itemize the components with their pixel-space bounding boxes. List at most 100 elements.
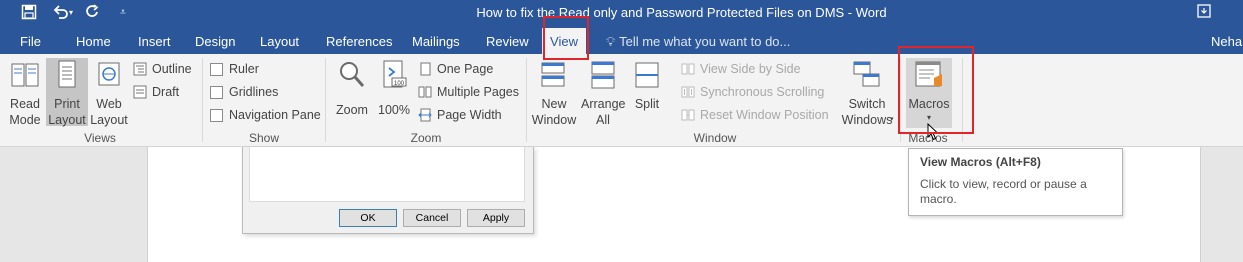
reset-window-position-icon	[681, 109, 695, 121]
print-layout-label-2: Layout	[48, 113, 86, 127]
views-group-label: Views	[84, 131, 116, 145]
ruler-check-box[interactable]	[210, 62, 223, 76]
page-width-icon	[418, 108, 432, 122]
outline-button[interactable]: Outline	[133, 59, 192, 79]
page-width-button[interactable]: Page Width	[418, 105, 502, 125]
ruler-checkbox[interactable]: Ruler	[210, 59, 259, 79]
dialog-box: OK Cancel Apply	[242, 147, 534, 234]
zoom-button[interactable]: Zoom	[333, 58, 371, 118]
reset-window-position-button[interactable]: Reset Window Position	[681, 105, 829, 125]
print-layout-button[interactable]: Print Layout	[46, 58, 88, 127]
document-title: How to fix the Read only and Password Pr…	[476, 5, 887, 20]
zoom-group-label: Zoom	[410, 131, 442, 145]
title-bar: ▾ ⩡ How to fix the Read only and Passwor…	[0, 0, 1243, 26]
tab-review[interactable]: Review	[486, 34, 529, 49]
apply-button[interactable]: Apply	[467, 209, 525, 227]
outline-icon	[133, 62, 147, 76]
new-window-label-1: New	[541, 97, 567, 111]
outline-label: Outline	[152, 62, 192, 76]
tab-file[interactable]: File	[20, 34, 41, 49]
switch-windows-label-2: Windows	[841, 113, 893, 127]
new-window-label-2: Window	[531, 113, 577, 127]
arrange-all-icon	[591, 61, 615, 89]
macros-highlight	[898, 46, 974, 134]
one-page-label: One Page	[437, 62, 494, 76]
gridlines-check-box[interactable]	[210, 85, 223, 99]
separator	[202, 58, 203, 142]
web-layout-label-2: Layout	[90, 113, 128, 127]
user-name[interactable]: Neha	[1211, 34, 1242, 49]
multiple-pages-icon	[418, 86, 432, 98]
zoom-label: Zoom	[336, 103, 368, 117]
print-layout-icon	[58, 60, 76, 88]
read-mode-button[interactable]: Read Mode	[5, 58, 45, 128]
view-tab-highlight	[543, 16, 589, 60]
read-mode-label-1: Read	[10, 97, 40, 111]
ribbon-view: Read Mode Print Layout Web Layout Outlin…	[0, 54, 1243, 147]
zoom-100-icon: 100	[383, 60, 407, 88]
web-layout-icon	[98, 62, 120, 86]
macros-tooltip: View Macros (Alt+F8) Click to view, reco…	[908, 148, 1123, 216]
print-layout-label-1: Print	[54, 97, 80, 111]
read-mode-icon	[11, 63, 39, 87]
draft-label: Draft	[152, 85, 180, 99]
tab-insert[interactable]: Insert	[138, 34, 171, 49]
new-window-icon	[541, 62, 565, 87]
synchronous-scrolling-label: Synchronous Scrolling	[700, 85, 825, 99]
magnifier-icon	[340, 62, 365, 87]
zoom-100-label: 100%	[378, 103, 410, 117]
lightbulb-icon: 💡︎	[606, 34, 616, 49]
switch-windows-label-1: Switch	[848, 97, 886, 111]
navigation-pane-check-box[interactable]	[210, 108, 223, 122]
ribbon-tabs: File Home Insert Design Layout Reference…	[0, 26, 1243, 54]
tab-references[interactable]: References	[326, 34, 392, 49]
draft-icon	[133, 85, 147, 99]
gridlines-label: Gridlines	[229, 85, 279, 99]
arrange-all-button[interactable]: Arrange All	[581, 58, 625, 128]
tell-me-text: Tell me what you want to do...	[619, 34, 791, 49]
multiple-pages-button[interactable]: Multiple Pages	[418, 82, 519, 102]
view-side-by-side-button[interactable]: View Side by Side	[681, 59, 801, 79]
draft-button[interactable]: Draft	[133, 82, 179, 102]
cancel-button[interactable]: Cancel	[403, 209, 461, 227]
split-icon	[635, 62, 659, 88]
tab-layout[interactable]: Layout	[260, 34, 299, 49]
ruler-label: Ruler	[229, 62, 259, 76]
switch-windows-button[interactable]: Switch Windows ▾	[836, 58, 898, 128]
zoom-100-button[interactable]: 100 100%	[377, 58, 411, 118]
tab-home[interactable]: Home	[76, 34, 111, 49]
tab-mailings[interactable]: Mailings	[412, 34, 460, 49]
one-page-icon	[420, 62, 431, 76]
view-side-by-side-label: View Side by Side	[700, 62, 801, 76]
show-group-label: Show	[248, 131, 280, 145]
view-side-by-side-icon	[681, 63, 695, 75]
separator	[325, 58, 326, 142]
reset-window-position-label: Reset Window Position	[700, 108, 829, 122]
synchronous-scrolling-button[interactable]: Synchronous Scrolling	[681, 82, 824, 102]
ribbon-display-options-icon[interactable]	[1196, 3, 1214, 21]
split-button[interactable]: Split	[630, 58, 664, 112]
new-window-button[interactable]: New Window	[531, 58, 577, 128]
switch-windows-icon	[853, 61, 880, 87]
read-mode-label-2: Mode	[9, 113, 41, 127]
switch-windows-dropdown-icon: ▾	[890, 116, 894, 123]
gridlines-checkbox[interactable]: Gridlines	[210, 82, 278, 102]
tab-design[interactable]: Design	[195, 34, 235, 49]
arrange-all-label-1: Arrange	[581, 97, 626, 111]
page-width-label: Page Width	[437, 108, 502, 122]
tell-me-search[interactable]: 💡︎ Tell me what you want to do...	[606, 34, 790, 50]
window-group-label: Window	[693, 131, 737, 145]
synchronous-scrolling-icon	[681, 86, 695, 98]
tooltip-title: View Macros (Alt+F8)	[920, 155, 1041, 169]
dialog-content-area	[249, 147, 525, 202]
web-layout-label-1: Web	[96, 97, 122, 111]
one-page-button[interactable]: One Page	[418, 59, 493, 79]
web-layout-button[interactable]: Web Layout	[90, 58, 128, 128]
navigation-pane-checkbox[interactable]: Navigation Pane	[210, 105, 321, 125]
tooltip-description: Click to view, record or pause a macro.	[920, 177, 1087, 206]
svg-text:100: 100	[394, 81, 405, 87]
arrange-all-label-2: All	[596, 113, 610, 127]
ok-button[interactable]: OK	[339, 209, 397, 227]
separator	[526, 58, 527, 142]
split-label: Split	[634, 97, 660, 111]
